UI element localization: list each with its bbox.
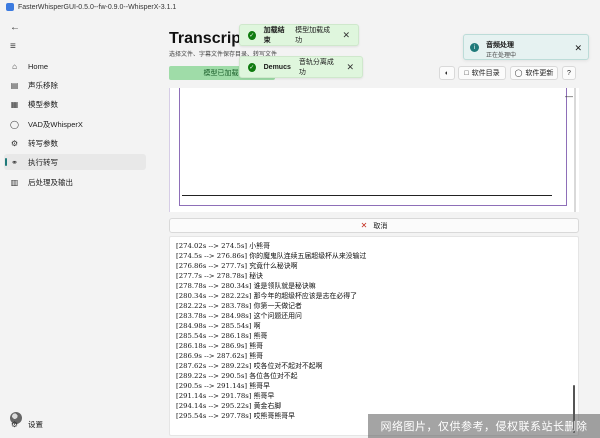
log-line: [286.9s --> 287.62s] 熊哥: [176, 352, 264, 360]
log-line: [285.54s --> 286.18s] 熊哥: [176, 332, 268, 340]
check-icon: ✓: [248, 30, 256, 40]
log-line: [274.5s --> 276.86s] 你的魔鬼队连续五届超级杯从来没输过: [176, 252, 367, 260]
update-icon: ◯: [514, 70, 523, 77]
audio-icon: ▤: [10, 80, 19, 90]
title-bar: FasterWhisperGUI-0.5.0--fw-0.9.0--Whispe…: [0, 0, 600, 14]
info-toast-title: 音频处理: [486, 42, 514, 49]
close-icon: ✕: [360, 221, 368, 230]
cancel-button[interactable]: ✕ 取消: [169, 218, 579, 233]
waveform-panel: —: [169, 88, 579, 212]
sidebar-item-settings[interactable]: ⚙ 设置: [4, 416, 146, 432]
log-line: [295.54s --> 297.78s] 哎熊哥熊哥早: [176, 412, 296, 420]
cancel-label: 取消: [373, 222, 388, 230]
home-icon: ⌂: [12, 61, 17, 71]
sidebar-item-post-process[interactable]: ▥ 后处理及输出: [4, 174, 146, 190]
close-icon[interactable]: ✕: [574, 43, 582, 54]
sidebar-item-label: 声乐移除: [28, 80, 58, 90]
log-line: [290.5s --> 291.14s] 熊哥早: [176, 382, 270, 390]
info-toast-message: 正在处理中: [486, 53, 517, 59]
sidebar-item-label: 设置: [28, 419, 43, 429]
waveform-baseline: [182, 195, 552, 196]
output-icon: ▥: [10, 177, 19, 187]
watermark: 网络图片，仅供参考，侵权联系站长删除: [368, 414, 600, 438]
hamburger-icon[interactable]: ≡: [10, 41, 16, 52]
close-icon[interactable]: ✕: [342, 30, 350, 41]
log-line: [294.14s --> 295.22s] 黄金右脚: [176, 402, 282, 410]
log-line: [280.34s --> 282.22s] 那今年的超级杯应该是志在必得了: [176, 292, 358, 300]
log-line: [282.22s --> 283.78s] 你第一天做记者: [176, 302, 302, 310]
close-icon[interactable]: ✕: [346, 62, 354, 73]
software-dir-button[interactable]: □ 软件目录: [458, 66, 506, 80]
log-line: [283.78s --> 284.98s] 这个问题还用问: [176, 312, 302, 320]
sidebar: ← ≡ ⌂ Home ▤ 声乐移除 ▦ 模型参数 ◯ VAD及WhisperX …: [0, 14, 150, 438]
help-button[interactable]: ?: [562, 66, 576, 80]
model-icon: ▦: [10, 99, 19, 109]
info-toast-audio-processing: i 音频处理 正在处理中 ✕: [463, 34, 589, 60]
sidebar-item-label: Home: [28, 61, 49, 71]
window-title: FasterWhisperGUI-0.5.0--fw-0.9.0--Whispe…: [18, 3, 177, 11]
transcript-log[interactable]: [274.02s --> 274.5s] 小熊哥 [274.5s --> 276…: [169, 236, 579, 436]
software-update-label: 软件更新: [525, 70, 554, 77]
toast-title: Demucs: [263, 63, 291, 71]
log-line: [286.18s --> 286.9s] 熊哥: [176, 342, 264, 350]
sidebar-item-transcribe-params[interactable]: ⚙ 转写参数: [4, 135, 146, 151]
toast-message: 模型加载成功: [295, 27, 331, 44]
gear-icon: ⚙: [10, 419, 19, 429]
check-icon: ✓: [248, 62, 256, 72]
waveform-canvas: [179, 88, 567, 206]
log-line: [287.62s --> 289.22s] 哎各位对不起对不起啊: [176, 362, 323, 370]
toast-message: 音轨分离成功: [298, 59, 334, 76]
software-dir-label: 软件目录: [471, 70, 500, 77]
sidebar-item-label: 执行转写: [28, 157, 58, 167]
log-line: [289.22s --> 290.5s] 各位各位对不起: [176, 372, 298, 380]
sidebar-item-label: 转写参数: [28, 138, 58, 148]
waveform-scrollbar[interactable]: [574, 88, 576, 212]
software-update-button[interactable]: ◯ 软件更新: [510, 66, 558, 80]
log-line: [291.14s --> 291.78s] 熊哥早: [176, 392, 275, 400]
sidebar-item-label: 后处理及输出: [28, 177, 73, 187]
info-icon: i: [470, 43, 479, 52]
log-line: [276.86s --> 277.7s] 究竟什么秘诀啊: [176, 262, 298, 270]
sidebar-item-run-transcribe[interactable]: ⚭ 执行转写: [4, 154, 146, 170]
sidebar-item-vocal-removal[interactable]: ▤ 声乐移除: [4, 77, 146, 93]
gear-icon: ⚙: [10, 138, 19, 148]
headphones-icon: ⚭: [11, 157, 18, 167]
toast-demucs: ✓ Demucs 音轨分离成功 ✕: [239, 56, 363, 78]
sidebar-item-vad-whisperx[interactable]: ◯ VAD及WhisperX: [4, 116, 146, 132]
app-icon: [6, 3, 14, 11]
sidebar-item-model-params[interactable]: ▦ 模型参数: [4, 96, 146, 112]
toast-model-loaded: ✓ 加载结束 模型加载成功 ✕: [239, 24, 359, 46]
toast-title: 加载结束: [263, 27, 285, 44]
log-line: [284.98s --> 285.54s] 啊: [176, 322, 261, 330]
vad-icon: ◯: [10, 119, 19, 129]
theme-toggle-button[interactable]: ◐: [439, 66, 455, 80]
log-line: [274.02s --> 274.5s] 小熊哥: [176, 242, 270, 250]
theme-toggle-icon: ◐: [444, 69, 450, 77]
folder-icon: □: [464, 69, 469, 77]
main-content: Transcripti 选择文件、字幕文件保存目录、转写文件 模型已加载! ✓ …: [152, 14, 600, 438]
sidebar-item-home[interactable]: ⌂ Home: [4, 58, 146, 74]
sidebar-item-label: 模型参数: [28, 99, 58, 109]
log-line: [278.78s --> 280.34s] 谁是领队就是秘诀嘛: [176, 282, 316, 290]
log-line: [277.7s --> 278.78s] 秘诀: [176, 272, 264, 280]
back-arrow-icon[interactable]: ←: [10, 22, 20, 33]
sidebar-item-label: VAD及WhisperX: [28, 119, 83, 129]
menu-icon[interactable]: —: [565, 92, 573, 101]
